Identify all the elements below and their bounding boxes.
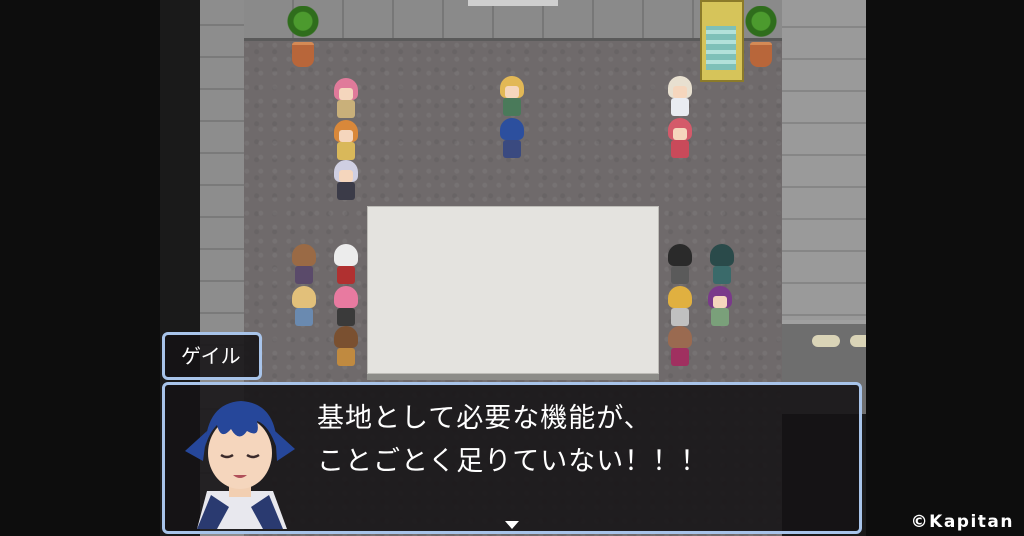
character-witch-hat-girl (706, 286, 734, 328)
dialog-window[interactable]: 基地として必要な機能が、 ことごとく足りていない！！！ (162, 382, 862, 534)
ceiling-light (850, 335, 866, 347)
character-black-haired-back (666, 244, 694, 286)
doorway (468, 0, 558, 6)
character-white-haired-back (332, 244, 360, 286)
character-orange-haired-girl (332, 120, 360, 162)
character-blonde-spiky-boy (498, 76, 526, 118)
character-blonde-back (290, 286, 318, 328)
character-brown-short-back (332, 326, 360, 368)
character-blue-haired-hero (498, 118, 526, 160)
speaker-portrait (177, 391, 303, 529)
dialog-line-1: 基地として必要な機能が、 (317, 403, 652, 434)
potted-plant (286, 6, 320, 67)
potted-plant (744, 6, 778, 67)
dialog-message: 基地として必要な機能が、 ことごとく足りていない！！！ (317, 397, 708, 483)
ceiling-light (812, 335, 840, 347)
character-blonde-curly-back (666, 286, 694, 328)
character-nurse-cap-girl (666, 76, 694, 118)
character-teal-haired-back (708, 244, 736, 286)
continue-arrow-icon[interactable] (505, 521, 519, 529)
character-silver-haired-boy (332, 160, 360, 202)
speaker-name: ゲイル (181, 344, 241, 368)
dialog-line-2: ことごとく足りていない！！！ (317, 446, 709, 477)
character-pink-back (332, 286, 360, 328)
character-pink-haired-girl (332, 78, 360, 120)
character-red-haired-girl (666, 118, 694, 160)
vending-machine (700, 0, 744, 82)
character-brown-long-back (666, 326, 694, 368)
copyright-text: ©Kapitan (910, 512, 1014, 532)
speaker-name-box: ゲイル (162, 332, 262, 380)
character-brown-haired-back (290, 244, 318, 286)
meeting-table (367, 206, 659, 374)
